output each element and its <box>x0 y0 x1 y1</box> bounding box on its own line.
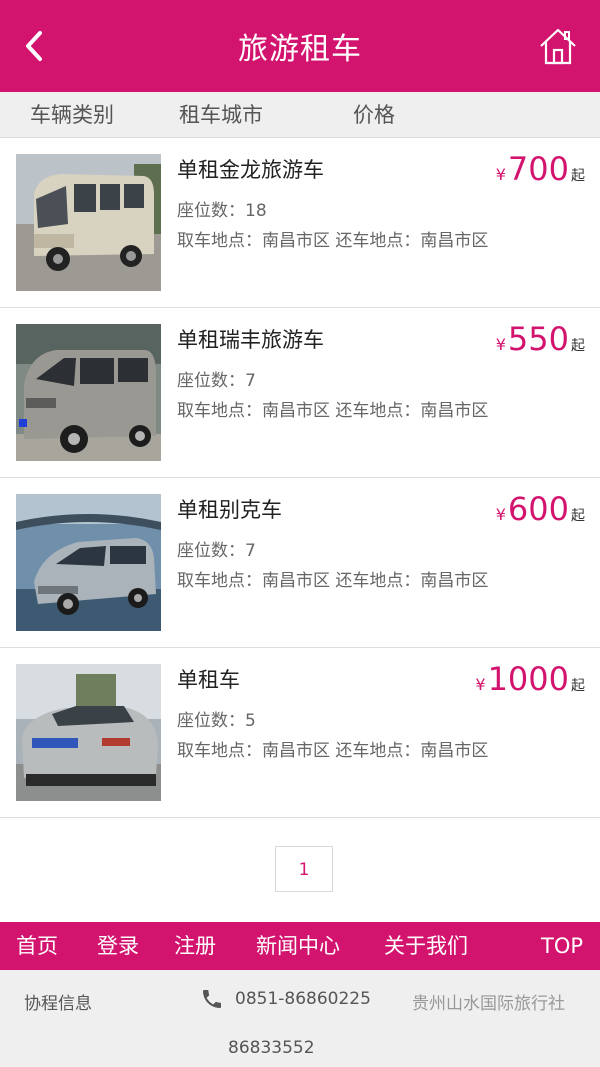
list-item[interactable]: 单租别克车 座位数：7 取车地点：南昌市区 还车地点：南昌市区 ¥ 600 起 <box>0 478 600 648</box>
price: ¥ 700 起 <box>496 150 585 188</box>
footer-left-text: 协程信息 <box>24 994 92 1014</box>
app-header: 旅游租车 <box>0 0 600 92</box>
back-button[interactable] <box>14 22 54 70</box>
pickup-return-location: 取车地点：南昌市区 还车地点：南昌市区 <box>177 401 489 421</box>
nav-news-center[interactable]: 新闻中心 <box>256 922 340 970</box>
price-suffix: 起 <box>571 678 585 694</box>
price-suffix: 起 <box>571 508 585 524</box>
car-image-minibus <box>16 154 161 291</box>
home-icon <box>540 28 576 65</box>
filter-price[interactable]: 价格 <box>353 92 395 138</box>
seat-count: 座位数：5 <box>177 711 256 731</box>
home-button[interactable] <box>536 22 580 70</box>
page: 旅游租车 车辆类别 租车城市 价格 单租金龙旅游车 座位数：18 取车地点：南昌… <box>0 0 600 1067</box>
nav-home[interactable]: 首页 <box>16 922 58 970</box>
car-list: 单租金龙旅游车 座位数：18 取车地点：南昌市区 还车地点：南昌市区 ¥ 700… <box>0 138 600 818</box>
price: ¥ 600 起 <box>496 490 585 528</box>
back-arrow-icon <box>26 31 42 61</box>
footer-phone[interactable]: 0851-86860225 <box>235 989 371 1009</box>
list-item[interactable]: 单租车 座位数：5 取车地点：南昌市区 还车地点：南昌市区 ¥ 1000 起 <box>0 648 600 818</box>
car-name: 单租车 <box>177 668 240 692</box>
seat-count: 座位数：7 <box>177 541 256 561</box>
filter-bar: 车辆类别 租车城市 价格 <box>0 92 600 138</box>
list-item[interactable]: 单租瑞丰旅游车 座位数：7 取车地点：南昌市区 还车地点：南昌市区 ¥ 550 … <box>0 308 600 478</box>
footer-company: 贵州山水国际旅行社 <box>412 994 565 1014</box>
price: ¥ 550 起 <box>496 320 585 358</box>
filter-rental-city[interactable]: 租车城市 <box>179 92 263 138</box>
pickup-return-location: 取车地点：南昌市区 还车地点：南昌市区 <box>177 571 489 591</box>
list-item[interactable]: 单租金龙旅游车 座位数：18 取车地点：南昌市区 还车地点：南昌市区 ¥ 700… <box>0 138 600 308</box>
price-value: 1000 <box>487 660 569 698</box>
price-suffix: 起 <box>571 168 585 184</box>
footer-phone-2: 86833552 <box>228 1038 315 1058</box>
car-image-van <box>16 324 161 461</box>
price: ¥ 1000 起 <box>475 660 585 698</box>
currency-symbol: ¥ <box>475 675 486 694</box>
price-value: 600 <box>507 490 569 528</box>
car-name: 单租瑞丰旅游车 <box>177 328 324 352</box>
nav-login[interactable]: 登录 <box>97 922 139 970</box>
currency-symbol: ¥ <box>495 335 506 354</box>
price-value: 700 <box>507 150 569 188</box>
car-name: 单租别克车 <box>177 498 282 522</box>
price-suffix: 起 <box>571 338 585 354</box>
bottom-nav: 首页 登录 注册 新闻中心 关于我们 TOP <box>0 922 600 970</box>
phone-icon <box>203 990 221 1008</box>
price-value: 550 <box>507 320 569 358</box>
nav-top[interactable]: TOP <box>541 922 583 970</box>
currency-symbol: ¥ <box>495 505 506 524</box>
seat-count: 座位数：18 <box>177 201 267 221</box>
pickup-return-location: 取车地点：南昌市区 还车地点：南昌市区 <box>177 231 489 251</box>
page-title: 旅游租车 <box>238 32 362 67</box>
car-image-sedan <box>16 664 161 801</box>
seat-count: 座位数：7 <box>177 371 256 391</box>
footer: 协程信息 0851-86860225 贵州山水国际旅行社 86833552 <box>0 970 600 1067</box>
pickup-return-location: 取车地点：南昌市区 还车地点：南昌市区 <box>177 741 489 761</box>
nav-about-us[interactable]: 关于我们 <box>384 922 468 970</box>
page-number-button[interactable]: 1 <box>275 846 333 892</box>
car-name: 单租金龙旅游车 <box>177 158 324 182</box>
car-image-mpv <box>16 494 161 631</box>
filter-vehicle-type[interactable]: 车辆类别 <box>30 92 114 138</box>
currency-symbol: ¥ <box>495 165 506 184</box>
nav-register[interactable]: 注册 <box>174 922 216 970</box>
